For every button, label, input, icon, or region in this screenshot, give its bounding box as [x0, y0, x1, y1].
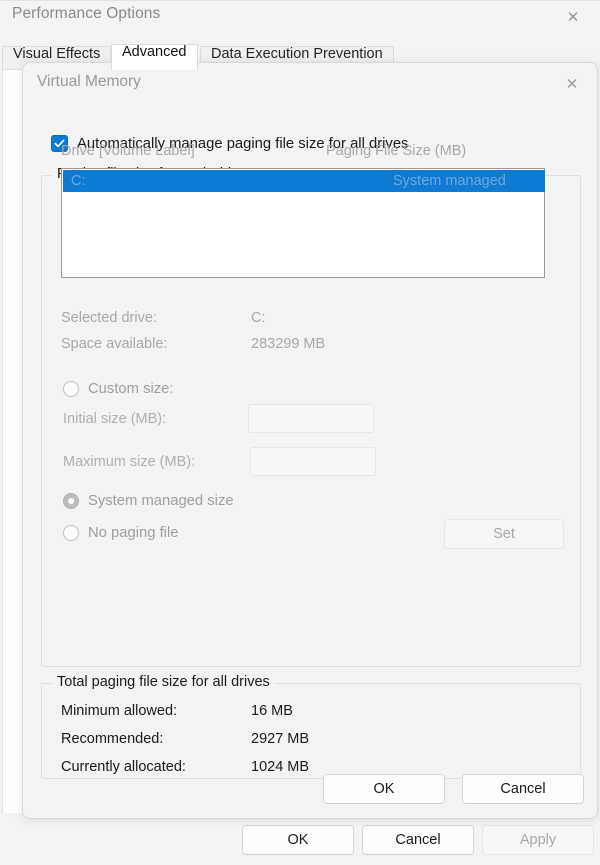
selected-drive-label: Selected drive:: [61, 310, 157, 326]
currently-allocated-value: 1024 MB: [251, 759, 310, 775]
custom-size-label: Custom size:: [88, 381, 174, 397]
radio-icon[interactable]: [63, 381, 79, 397]
performance-options-titlebar: Performance Options ✕: [0, 1, 600, 41]
tab-label: Visual Effects: [13, 46, 101, 62]
virtual-memory-dialog: Virtual Memory ✕ Automatically manage pa…: [22, 62, 598, 819]
initial-size-label: Initial size (MB):: [63, 411, 167, 427]
screen: Performance Options ✕ Visual Effects Adv…: [0, 0, 600, 865]
table-row[interactable]: C: System managed: [63, 170, 545, 192]
selected-drive-value: C:: [251, 310, 266, 326]
column-header-drive: Drive [Volume Label]: [61, 143, 195, 159]
tab-label: Data Execution Prevention: [211, 46, 383, 62]
recommended-value: 2927 MB: [251, 731, 310, 747]
perf-apply-button: Apply: [482, 825, 594, 855]
perf-cancel-button[interactable]: Cancel: [362, 825, 474, 855]
vm-cancel-button[interactable]: Cancel: [462, 774, 584, 804]
vm-ok-button[interactable]: OK: [323, 774, 445, 804]
currently-allocated-label: Currently allocated:: [61, 759, 186, 775]
space-available-label: Space available:: [61, 336, 168, 352]
performance-options-title: Performance Options: [12, 5, 161, 22]
row-drive-cell: C:: [71, 173, 86, 189]
custom-size-radio-row[interactable]: Custom size:: [63, 381, 174, 397]
no-paging-file-label: No paging file: [88, 525, 179, 541]
close-icon[interactable]: ✕: [554, 2, 592, 32]
no-paging-file-radio-row[interactable]: No paging file: [63, 525, 179, 541]
minimum-allowed-label: Minimum allowed:: [61, 703, 178, 719]
close-icon[interactable]: ✕: [553, 69, 591, 99]
system-managed-size-radio-row[interactable]: System managed size: [63, 493, 234, 509]
column-header-paging-file-size: Paging File Size (MB): [326, 143, 467, 159]
space-available-value: 283299 MB: [251, 336, 326, 352]
virtual-memory-titlebar: Virtual Memory ✕: [23, 63, 597, 105]
drive-list[interactable]: C: System managed: [61, 168, 545, 278]
radio-icon[interactable]: [63, 525, 79, 541]
maximum-size-label: Maximum size (MB):: [63, 454, 196, 470]
maximum-size-input: [250, 447, 376, 476]
row-size-cell: System managed: [393, 173, 506, 189]
virtual-memory-title: Virtual Memory: [37, 73, 141, 90]
minimum-allowed-value: 16 MB: [251, 703, 293, 719]
system-managed-size-label: System managed size: [88, 493, 234, 509]
perf-ok-button[interactable]: OK: [242, 825, 354, 855]
set-button: Set: [444, 519, 564, 549]
radio-icon[interactable]: [63, 493, 79, 509]
tab-advanced[interactable]: Advanced: [111, 44, 198, 70]
recommended-label: Recommended:: [61, 731, 164, 747]
total-paging-size-group-title: Total paging file size for all drives: [52, 674, 275, 690]
initial-size-input: [248, 404, 374, 433]
tab-label: Advanced: [122, 44, 187, 60]
